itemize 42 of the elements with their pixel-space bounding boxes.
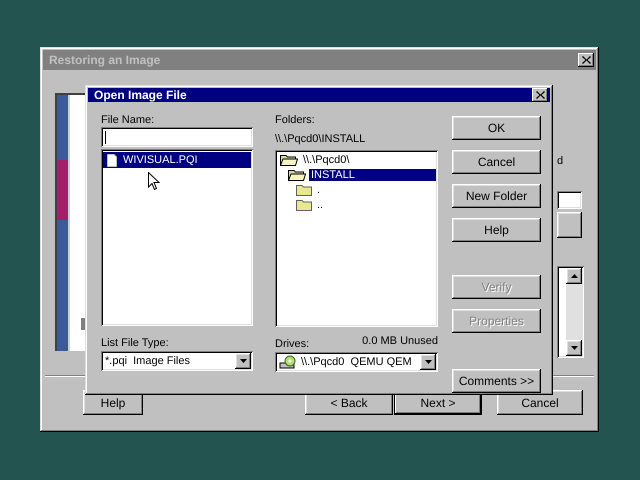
dialog-button[interactable]: Help <box>452 218 541 242</box>
free-space-label: 0.0 MB Unused <box>362 335 438 347</box>
folder-icon <box>296 184 312 196</box>
dialog-button[interactable]: New Folder <box>452 184 541 208</box>
open-folder-icon <box>288 168 306 180</box>
comments-button[interactable]: Comments >> <box>452 369 541 393</box>
file-type-dropdown[interactable]: *.pqi Image Files <box>101 351 253 371</box>
close-icon <box>536 91 544 99</box>
list-box[interactable] <box>557 266 584 358</box>
dialog-button[interactable]: Cancel <box>452 150 541 174</box>
drive-icon <box>279 355 297 369</box>
field-label: d <box>557 155 564 168</box>
folder-item[interactable]: .. <box>315 198 326 210</box>
close-icon <box>582 56 590 64</box>
scroll-down-icon <box>570 346 578 350</box>
window-title: Restoring an Image <box>49 53 160 67</box>
pointer-icon <box>148 172 160 191</box>
input-field[interactable] <box>557 191 582 209</box>
scrollbar[interactable] <box>566 268 582 356</box>
button[interactable] <box>557 212 582 238</box>
close-button[interactable] <box>532 88 548 102</box>
dialog-button[interactable]: OK <box>452 116 541 140</box>
field-label: List File Type: <box>101 336 170 350</box>
current-path: \\.\Pqcd0\INSTALL <box>275 132 366 146</box>
field-label: File Name: <box>101 113 156 127</box>
drive-dropdown[interactable]: \\.\Pqcd0 QEMU QEM <box>275 352 438 372</box>
dropdown-icon <box>240 359 246 363</box>
file-list[interactable]: WIVISUAL.PQI <box>101 149 253 326</box>
field-label: Folders: <box>275 113 316 127</box>
field-label: Drives: <box>275 337 310 351</box>
file-name-field[interactable] <box>101 127 253 147</box>
open-folder-icon <box>280 154 298 166</box>
folder-item[interactable]: . <box>315 184 322 196</box>
dropdown-icon <box>424 360 432 364</box>
scroll-up-icon <box>570 274 578 278</box>
folder-icon <box>296 198 312 210</box>
document-icon <box>107 154 117 166</box>
file-item[interactable]: WIVISUAL.PQI <box>103 152 251 168</box>
dialog-title: Open Image File <box>94 88 187 102</box>
folder-item[interactable]: INSTALL <box>309 168 436 180</box>
folder-tree[interactable]: \\.\Pqcd0\ INSTALL . .. <box>275 150 438 327</box>
folder-item[interactable]: \\.\Pqcd0\ <box>301 154 352 166</box>
